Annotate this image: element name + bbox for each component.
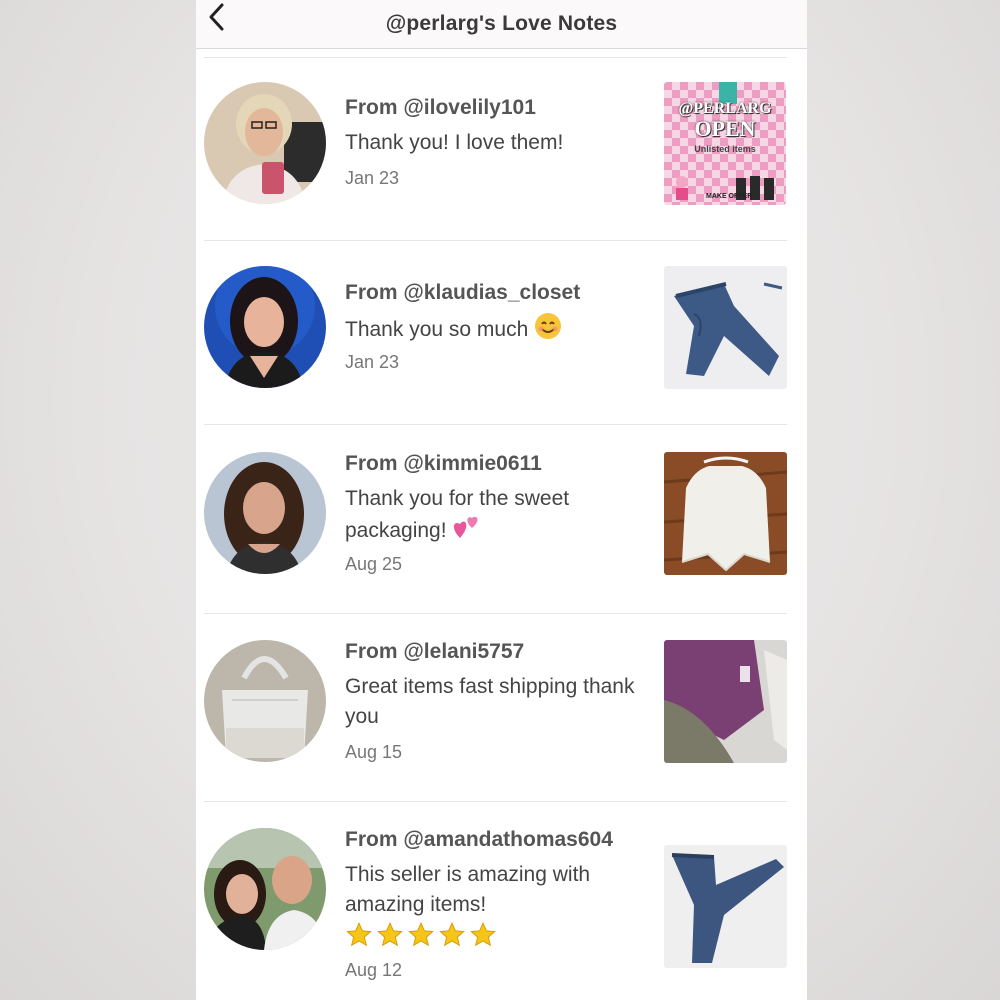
note-sender[interactable]: From @lelani5757 (345, 640, 524, 664)
avatar[interactable] (204, 452, 326, 574)
note-message: This seller is amazing with amazing item… (345, 863, 591, 916)
phone-screen: @perlarg's Love Notes From @ilovelily101… (196, 0, 807, 1000)
note-date: Aug 25 (345, 554, 403, 574)
divider (204, 57, 787, 58)
star-icon (407, 921, 435, 954)
note-message: Thank you so much (345, 312, 635, 349)
thumb-text-4: MAKE OFFER (706, 193, 753, 200)
divider (204, 240, 787, 241)
top-bar: @perlarg's Love Notes (196, 0, 807, 49)
star-rating (345, 921, 500, 949)
note-sender[interactable]: From @ilovelily101 (345, 96, 536, 120)
note-date: Jan 23 (345, 168, 400, 188)
avatar[interactable] (204, 266, 326, 388)
smiling-face-icon (534, 312, 562, 349)
star-icon (469, 921, 497, 954)
divider (204, 801, 787, 802)
page-title: @perlarg's Love Notes (385, 12, 618, 35)
note-sender[interactable]: From @klaudias_closet (345, 281, 580, 305)
divider (204, 424, 787, 425)
note-message: Thank you! I love them! (345, 131, 564, 154)
divider (204, 613, 787, 614)
listing-thumbnail[interactable] (664, 845, 787, 968)
listing-thumbnail[interactable]: @PERLARG OPEN Unlisted items MAKE OFFER (664, 82, 786, 205)
note-message: Great items fast shipping thank you (345, 675, 635, 728)
note-date: Jan 23 (345, 352, 400, 372)
thumb-text-2: OPEN (694, 116, 756, 141)
note-sender[interactable]: From @amandathomas604 (345, 828, 613, 852)
note-date: Aug 12 (345, 960, 403, 980)
thumb-text-3: Unlisted items (694, 144, 756, 154)
avatar[interactable] (204, 828, 326, 950)
listing-thumbnail[interactable] (664, 452, 787, 575)
star-icon (438, 921, 466, 954)
note-sender[interactable]: From @kimmie0611 (345, 452, 542, 476)
avatar[interactable] (204, 82, 326, 204)
listing-thumbnail[interactable] (664, 266, 787, 389)
note-message: Thank you for the sweet packaging! (345, 484, 635, 549)
star-icon (345, 921, 373, 954)
note-date: Aug 15 (345, 742, 403, 762)
listing-thumbnail[interactable] (664, 640, 787, 763)
star-icon (376, 921, 404, 954)
two-hearts-icon (452, 514, 480, 549)
avatar[interactable] (204, 640, 326, 762)
chevron-left-icon[interactable] (202, 2, 232, 32)
